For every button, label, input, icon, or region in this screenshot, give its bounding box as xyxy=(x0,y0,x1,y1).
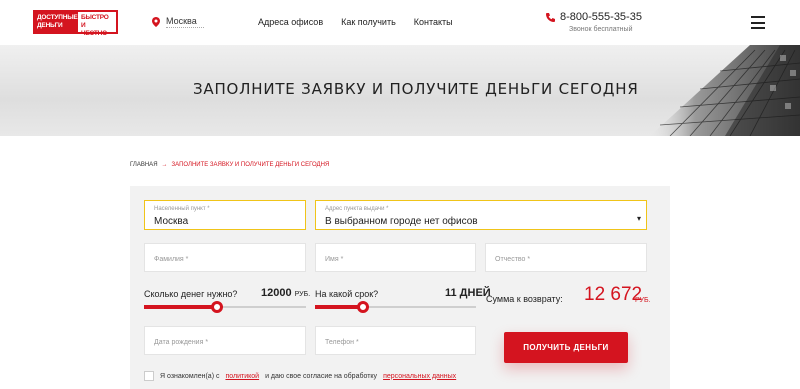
agreement-middle: и даю свое согласие на обработку xyxy=(265,372,378,380)
city-field-value: Москва xyxy=(154,216,189,227)
return-sum-unit: РУБ. xyxy=(635,297,651,304)
name-placeholder: Имя * xyxy=(325,256,344,263)
amount-value: 12000 РУБ. xyxy=(261,287,311,299)
surname-placeholder: Фамилия * xyxy=(154,256,189,263)
menu-icon[interactable] xyxy=(751,16,765,29)
breadcrumb-current: ЗАПОЛНИТЕ ЗАЯВКУ И ПОЛУЧИТЕ ДЕНЬГИ СЕГОД… xyxy=(171,162,330,168)
term-label: На какой срок? xyxy=(315,289,379,299)
page-title: ЗАПОЛНИТЕ ЗАЯВКУ И ПОЛУЧИТЕ ДЕНЬГИ СЕГОД… xyxy=(193,80,639,98)
breadcrumb: ГЛАВНАЯ → ЗАПОЛНИТЕ ЗАЯВКУ И ПОЛУЧИТЕ ДЕ… xyxy=(130,162,329,168)
city-field-label: Населенный пункт * xyxy=(154,206,210,212)
phone-subtitle: Звонок бесплатный xyxy=(569,26,633,33)
chevron-down-icon: ▾ xyxy=(636,214,641,223)
agreement-prefix: Я ознакомлен(а) с xyxy=(160,372,220,380)
logo[interactable]: ДОСТУПНЫЕ ДЕНЬГИ БЫСТРО И ЧЕСТНО xyxy=(33,10,118,37)
phone-input[interactable]: Телефон * xyxy=(315,326,476,355)
birthdate-placeholder: Дата рождения * xyxy=(154,339,209,346)
phone-placeholder: Телефон * xyxy=(325,339,359,346)
logo-left-text: ДОСТУПНЫЕ ДЕНЬГИ xyxy=(35,12,78,32)
nav-item-how-to-get[interactable]: Как получить xyxy=(341,17,396,27)
patronymic-placeholder: Отчество * xyxy=(495,256,531,263)
nav-item-contacts[interactable]: Контакты xyxy=(414,17,453,27)
personal-data-link[interactable]: персональных данных xyxy=(383,373,456,380)
return-sum-value: 12 672 xyxy=(584,284,643,305)
site-header: ДОСТУПНЫЕ ДЕНЬГИ БЫСТРО И ЧЕСТНО Москва … xyxy=(0,0,800,45)
surname-input[interactable]: Фамилия * xyxy=(144,243,306,272)
agreement-checkbox[interactable] xyxy=(144,371,154,381)
agreement-row: Я ознакомлен(а) с политикой и даю свое с… xyxy=(144,371,456,381)
amount-slider-handle[interactable] xyxy=(211,301,223,313)
birthdate-input[interactable]: Дата рождения * xyxy=(144,326,306,355)
office-select[interactable]: Адрес пункта выдачи * В выбранном городе… xyxy=(315,200,647,230)
name-input[interactable]: Имя * xyxy=(315,243,476,272)
location-pin-icon xyxy=(152,17,160,27)
logo-right-text: БЫСТРО И ЧЕСТНО xyxy=(78,12,116,37)
office-select-label: Адрес пункта выдачи * xyxy=(325,206,389,212)
nav-item-offices[interactable]: Адреса офисов xyxy=(258,17,323,27)
breadcrumb-arrow-icon: → xyxy=(161,162,168,168)
amount-label: Сколько денег нужно? xyxy=(144,289,238,299)
page-banner: ЗАПОЛНИТЕ ЗАЯВКУ И ПОЛУЧИТЕ ДЕНЬГИ СЕГОД… xyxy=(0,45,800,136)
city-field[interactable]: Населенный пункт * Москва xyxy=(144,200,306,230)
breadcrumb-home[interactable]: ГЛАВНАЯ xyxy=(130,162,158,168)
phone-number[interactable]: 8-800-555-35-35 xyxy=(560,11,642,23)
amount-unit: РУБ. xyxy=(294,291,311,298)
phone-icon xyxy=(546,12,555,22)
get-money-button[interactable]: ПОЛУЧИТЬ ДЕНЬГИ xyxy=(504,332,628,363)
policy-link[interactable]: политикой xyxy=(225,373,259,380)
return-sum-label: Сумма к возврату: xyxy=(486,294,563,304)
term-slider[interactable] xyxy=(315,301,476,313)
term-value: 11 ДНЕЙ xyxy=(445,287,491,299)
term-slider-handle[interactable] xyxy=(357,301,369,313)
amount-slider[interactable] xyxy=(144,301,306,313)
city-label: Москва xyxy=(166,16,204,28)
office-select-value: В выбранном городе нет офисов xyxy=(325,216,478,227)
phone-block: 8-800-555-35-35 Звонок бесплатный xyxy=(545,11,642,33)
building-image xyxy=(650,45,800,136)
application-form: Населенный пункт * Москва Адрес пункта в… xyxy=(130,186,670,389)
city-selector[interactable]: Москва xyxy=(152,16,204,28)
main-nav: Адреса офисов Как получить Контакты xyxy=(258,17,453,27)
patronymic-input[interactable]: Отчество * xyxy=(485,243,647,272)
